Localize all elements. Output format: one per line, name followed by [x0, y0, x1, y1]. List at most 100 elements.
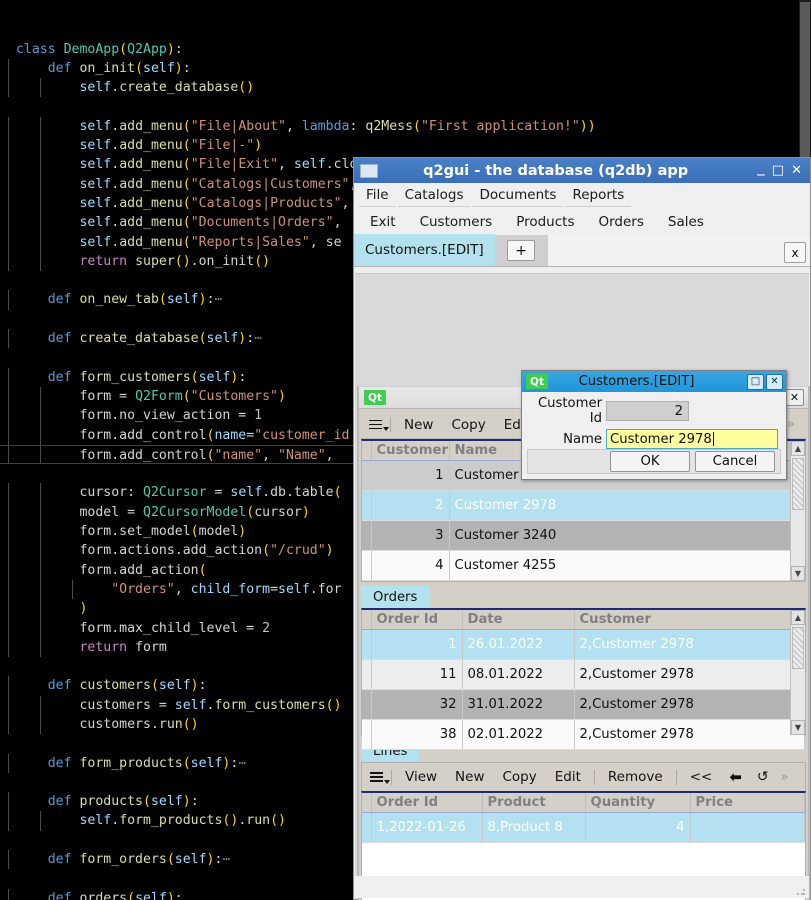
- scroll-up-button[interactable]: ▲: [791, 441, 805, 456]
- minimize-button[interactable]: _: [757, 160, 765, 175]
- table-cell[interactable]: 32: [371, 689, 463, 720]
- column-header[interactable]: Product: [482, 793, 586, 813]
- table-row[interactable]: 2 Customer 2978: [362, 490, 805, 521]
- ok-button[interactable]: OK: [610, 451, 690, 472]
- column-header[interactable]: Customer: [574, 610, 805, 630]
- menu-item-file[interactable]: File: [359, 185, 396, 207]
- table-cell[interactable]: 3: [371, 520, 450, 551]
- new-button[interactable]: New: [395, 415, 442, 435]
- scroll-down-button[interactable]: ▼: [791, 720, 805, 735]
- toolbar-button-orders[interactable]: Orders: [588, 212, 653, 232]
- lines-remove-button[interactable]: Remove: [599, 767, 672, 787]
- row-handle[interactable]: [362, 689, 372, 720]
- row-handle[interactable]: [362, 550, 372, 581]
- menu-item-catalogs[interactable]: Catalogs: [397, 185, 471, 207]
- table-cell[interactable]: Customer 2978: [449, 490, 805, 521]
- refresh-icon[interactable]: ↺: [750, 769, 776, 785]
- tab-customers-edit[interactable]: Customers.[EDIT]: [354, 234, 495, 266]
- hamburger-menu-icon[interactable]: [367, 418, 389, 432]
- row-handle[interactable]: [362, 812, 372, 843]
- resize-grip[interactable]: [796, 886, 806, 896]
- table-cell[interactable]: 26.01.2022: [462, 629, 575, 660]
- maximize-button[interactable]: □: [772, 164, 784, 177]
- menu-item-documents[interactable]: Documents: [472, 185, 564, 207]
- code-token: add_menu: [119, 176, 183, 192]
- scroll-up-button[interactable]: ▲: [791, 610, 805, 625]
- row-handle[interactable]: [362, 629, 372, 660]
- toolbar-button-customers[interactable]: Customers: [410, 212, 503, 232]
- table-cell[interactable]: 2: [371, 490, 450, 521]
- lines-prev-page-button[interactable]: <<: [681, 767, 722, 787]
- table-cell[interactable]: 2,Customer 2978: [574, 719, 805, 750]
- column-header[interactable]: Quantity: [585, 793, 691, 813]
- table-cell[interactable]: 2,Customer 2978: [574, 689, 805, 720]
- table-cell[interactable]: 02.01.2022: [462, 719, 575, 750]
- table-cell[interactable]: 31.01.2022: [462, 689, 575, 720]
- row-handle[interactable]: [362, 659, 372, 690]
- arrow-left-icon[interactable]: ⬅: [721, 768, 750, 786]
- orders-grid[interactable]: Order Id Date Customer 1 26.01.2022 2,Custome…: [361, 608, 806, 750]
- tab-orders[interactable]: Orders: [361, 586, 430, 608]
- menu-item-reports[interactable]: Reports: [565, 185, 632, 207]
- lines-copy-button[interactable]: Copy: [494, 767, 546, 787]
- column-header[interactable]: Price: [690, 793, 805, 813]
- table-cell[interactable]: 1,2022-01-26: [371, 812, 483, 843]
- name-input[interactable]: Customer 2978: [606, 429, 778, 449]
- table-row[interactable]: 11 08.01.2022 2,Customer 2978: [362, 659, 805, 690]
- dialog-close-button[interactable]: ✕: [766, 373, 783, 390]
- close-tab-button[interactable]: x: [784, 242, 806, 263]
- indent-guide: [39, 618, 41, 638]
- table-cell[interactable]: 38: [371, 719, 463, 750]
- toolbar-button-products[interactable]: Products: [506, 212, 584, 232]
- scroll-thumb[interactable]: [792, 627, 804, 669]
- table-cell[interactable]: 4: [585, 812, 691, 843]
- table-row[interactable]: 1,2022-01-26 8,Product 84: [362, 812, 805, 843]
- hamburger-menu-icon[interactable]: [368, 770, 390, 784]
- column-header[interactable]: Date: [462, 610, 575, 630]
- table-row[interactable]: 4 Customer 4255: [362, 550, 805, 581]
- table-row[interactable]: 1 26.01.2022 2,Customer 2978: [362, 629, 805, 660]
- table-cell[interactable]: Customer 4255: [449, 550, 805, 581]
- column-header[interactable]: Order Id: [371, 793, 483, 813]
- cancel-button[interactable]: Cancel: [695, 451, 775, 472]
- table-row[interactable]: 38 02.01.2022 2,Customer 2978: [362, 719, 805, 750]
- lines-toolbar-overflow-button[interactable]: »: [776, 770, 794, 785]
- table-cell[interactable]: [690, 812, 805, 843]
- lines-view-button[interactable]: View: [396, 767, 446, 787]
- customers-grid-scrollbar[interactable]: ▲ ▼: [790, 441, 805, 581]
- row-header-corner: [362, 793, 372, 813]
- scroll-thumb[interactable]: [792, 458, 804, 510]
- table-cell[interactable]: Customer 3240: [449, 520, 805, 551]
- indent-guide: [39, 695, 41, 715]
- lines-edit-button[interactable]: Edit: [546, 767, 590, 787]
- table-row[interactable]: 3 Customer 3240: [362, 520, 805, 551]
- toolbar-button-exit[interactable]: Exit: [360, 212, 406, 232]
- orders-grid-scrollbar[interactable]: ▲ ▼: [790, 610, 805, 735]
- edit-dialog-titlebar[interactable]: Qt Customers.[EDIT] □ ✕: [522, 371, 786, 392]
- table-cell[interactable]: 2,Customer 2978: [574, 629, 805, 660]
- code-token: .: [111, 176, 120, 192]
- table-cell[interactable]: 1: [371, 460, 450, 491]
- row-handle[interactable]: [362, 460, 372, 491]
- row-handle[interactable]: [362, 490, 372, 521]
- close-button[interactable]: ✕: [791, 164, 802, 177]
- lines-new-button[interactable]: New: [446, 767, 493, 787]
- row-handle[interactable]: [362, 719, 372, 750]
- add-tab-button[interactable]: +: [494, 235, 548, 266]
- table-cell[interactable]: 2,Customer 2978: [574, 659, 805, 690]
- table-row[interactable]: 32 31.01.2022 2,Customer 2978: [362, 689, 805, 720]
- table-cell[interactable]: 08.01.2022: [462, 659, 575, 690]
- subwindow-close-button[interactable]: ✕: [785, 389, 804, 406]
- column-header[interactable]: Order Id: [371, 610, 463, 630]
- table-cell[interactable]: 1: [371, 629, 463, 660]
- table-cell[interactable]: 4: [371, 550, 450, 581]
- dialog-maximize-button[interactable]: □: [747, 373, 764, 390]
- table-cell[interactable]: 11: [371, 659, 463, 690]
- main-window-titlebar[interactable]: q2gui - the database (q2db) app _ □ ✕: [354, 158, 810, 183]
- copy-button[interactable]: Copy: [442, 415, 494, 435]
- row-handle[interactable]: [362, 520, 372, 551]
- scroll-down-button[interactable]: ▼: [791, 566, 805, 581]
- table-cell[interactable]: 8,Product 8: [482, 812, 586, 843]
- column-header[interactable]: Customer: [371, 441, 450, 461]
- toolbar-button-sales[interactable]: Sales: [658, 212, 714, 232]
